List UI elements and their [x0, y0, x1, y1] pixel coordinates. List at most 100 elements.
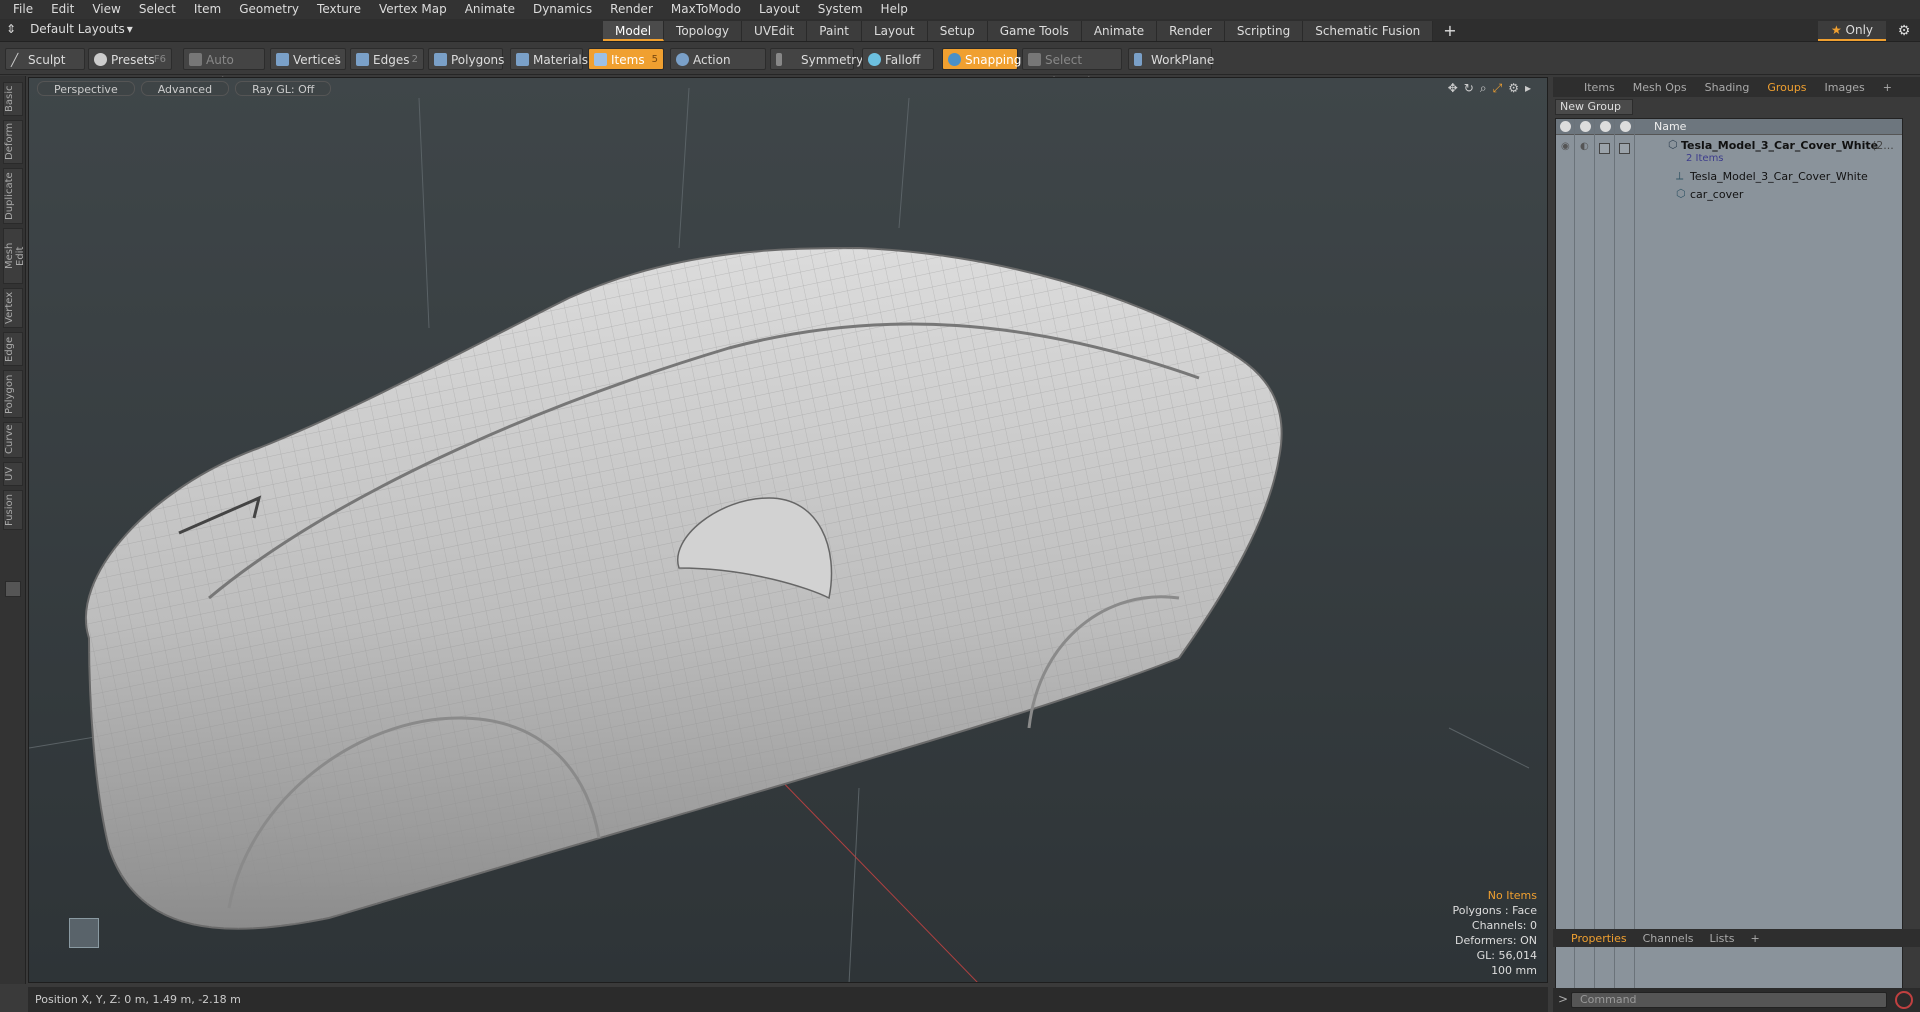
presets-button[interactable]: Presets F6 — [88, 48, 172, 70]
symmetry-button[interactable]: Symmetry — [770, 48, 863, 70]
tab-schematic-fusion[interactable]: Schematic Fusion — [1303, 21, 1434, 41]
pan-icon[interactable]: ✥ — [1448, 81, 1458, 96]
menu-system[interactable]: System — [809, 0, 872, 19]
tab-game-tools[interactable]: Game Tools — [987, 21, 1082, 41]
add-bottom-tab-icon[interactable]: + — [1742, 932, 1767, 945]
menu-maxtomodo[interactable]: MaxToModo — [662, 0, 750, 19]
tab-channels[interactable]: Channels — [1635, 932, 1702, 945]
menu-item[interactable]: Item — [185, 0, 230, 19]
viewport-gear-icon[interactable]: ⚙ — [1508, 81, 1519, 96]
falloff-button[interactable]: Falloff — [862, 48, 934, 70]
menu-dynamics[interactable]: Dynamics — [524, 0, 601, 19]
record-icon[interactable] — [1895, 991, 1913, 1009]
fit-icon[interactable]: ⤢ — [1493, 81, 1503, 96]
add-panel-tab-icon[interactable]: + — [1874, 81, 1901, 94]
tab-shading[interactable]: Shading — [1696, 81, 1759, 94]
materials-button[interactable]: Materials — [510, 48, 588, 70]
group-child-mesh[interactable]: Tesla_Model_3_Car_Cover_White — [1690, 170, 1868, 183]
edges-button[interactable]: Edges 2 — [350, 48, 424, 70]
3d-viewport[interactable]: Perspective Advanced Ray GL: Off ✥ ↻ ⌕ ⤢… — [28, 77, 1548, 983]
sculpt-button[interactable]: ╱ Sculpt — [5, 48, 85, 70]
tab-basic[interactable]: Basic — [3, 82, 23, 116]
expand-arrow-icon[interactable]: ▸ — [1525, 81, 1531, 96]
row-select-checkbox[interactable] — [1619, 143, 1630, 154]
row-render-icon[interactable]: ◐ — [1580, 141, 1589, 152]
chevron-down-icon: ▾ — [126, 22, 133, 36]
lock-icon[interactable] — [1600, 121, 1611, 132]
tab-duplicate[interactable]: Duplicate — [3, 168, 23, 224]
zoom-icon[interactable]: ⌕ — [1480, 81, 1487, 96]
menu-geometry[interactable]: Geometry — [230, 0, 308, 19]
menu-edit[interactable]: Edit — [42, 0, 83, 19]
only-button[interactable]: ★ Only — [1818, 21, 1886, 41]
tab-groups[interactable]: Groups — [1758, 81, 1815, 94]
menu-animate[interactable]: Animate — [456, 0, 524, 19]
tab-vertex[interactable]: Vertex — [3, 288, 23, 328]
shading-advanced-button[interactable]: Advanced — [140, 81, 230, 96]
select-icon[interactable] — [1620, 121, 1631, 132]
workplane-icon — [1134, 53, 1142, 66]
tab-polygon[interactable]: Polygon — [3, 370, 23, 418]
tab-setup[interactable]: Setup — [927, 21, 988, 41]
panel-toggle-icon[interactable] — [5, 581, 21, 597]
group-child-car-cover[interactable]: car_cover — [1690, 188, 1743, 201]
menu-help[interactable]: Help — [872, 0, 917, 19]
tab-uvedit[interactable]: UVEdit — [742, 21, 808, 41]
tab-fusion[interactable]: Fusion — [3, 490, 23, 530]
gear-icon[interactable]: ⚙ — [1894, 21, 1914, 41]
tab-properties[interactable]: Properties — [1563, 932, 1635, 945]
raygl-button[interactable]: Ray GL: Off — [235, 81, 332, 96]
layouts-dropdown[interactable]: ⇕ Default Layouts ▾ — [6, 22, 133, 36]
items-button[interactable]: Items 5 — [588, 48, 664, 70]
tab-animate[interactable]: Animate — [1081, 21, 1158, 41]
mode-tabs: Model Topology UVEdit Paint Layout Setup… — [603, 21, 1467, 41]
auto-select-button[interactable]: Auto Select — [183, 48, 265, 89]
visibility-eye-icon[interactable] — [1560, 121, 1571, 132]
add-tab-icon[interactable]: + — [1433, 21, 1466, 41]
tab-layout[interactable]: Layout — [861, 21, 928, 41]
menu-layout[interactable]: Layout — [750, 0, 809, 19]
action-center-button[interactable]: Action Center — [670, 48, 766, 89]
layout-arrows-icon: ⇕ — [6, 22, 17, 36]
tab-edge[interactable]: Edge — [3, 332, 23, 366]
tab-curve[interactable]: Curve — [3, 422, 23, 458]
select-through-button[interactable]: Select Through — [1022, 48, 1122, 89]
vertices-button[interactable]: Vertices 1 — [270, 48, 346, 70]
workplane-button[interactable]: WorkPlane — [1128, 48, 1214, 70]
menu-texture[interactable]: Texture — [308, 0, 370, 19]
groups-list: Name ◉ ◐ ⬡ Tesla_Model_3_Car_Cover_White… — [1555, 118, 1903, 999]
menu-view[interactable]: View — [83, 0, 129, 19]
tab-paint[interactable]: Paint — [807, 21, 862, 41]
group-root-label[interactable]: Tesla_Model_3_Car_Cover_White — [1681, 139, 1878, 152]
row-eye-icon[interactable]: ◉ — [1561, 141, 1570, 152]
snapping-button[interactable]: Snapping — [942, 48, 1021, 70]
tab-mesh-edit[interactable]: Mesh Edit — [3, 228, 26, 284]
tab-items[interactable]: Items — [1575, 81, 1624, 94]
menu-file[interactable]: File — [4, 0, 42, 19]
car-model — [29, 87, 1530, 982]
menu-vertex-map[interactable]: Vertex Map — [370, 0, 456, 19]
info-deformers: Deformers: ON — [1455, 934, 1537, 947]
tab-model[interactable]: Model — [603, 21, 665, 41]
view-perspective-button[interactable]: Perspective — [37, 81, 135, 96]
tab-render[interactable]: Render — [1157, 21, 1225, 41]
auto-select-icon — [189, 53, 202, 66]
tab-uv[interactable]: UV — [3, 462, 23, 486]
row-lock-checkbox[interactable] — [1599, 143, 1610, 154]
tab-scripting[interactable]: Scripting — [1224, 21, 1304, 41]
command-input[interactable]: Command — [1571, 992, 1887, 1008]
snapping-icon — [948, 53, 961, 66]
menu-select[interactable]: Select — [130, 0, 185, 19]
render-icon[interactable] — [1580, 121, 1591, 132]
rotate-icon[interactable]: ↻ — [1464, 81, 1474, 96]
tab-images[interactable]: Images — [1816, 81, 1874, 94]
menu-render[interactable]: Render — [601, 0, 662, 19]
tab-lists[interactable]: Lists — [1702, 932, 1743, 945]
tab-deform[interactable]: Deform — [3, 120, 23, 164]
edges-icon — [356, 53, 369, 66]
column-name[interactable]: Name — [1654, 120, 1686, 133]
tab-topology[interactable]: Topology — [664, 21, 743, 41]
polygons-button[interactable]: Polygons — [428, 48, 504, 70]
new-group-button[interactable]: New Group — [1555, 99, 1633, 115]
tab-mesh-ops[interactable]: Mesh Ops — [1624, 81, 1696, 94]
